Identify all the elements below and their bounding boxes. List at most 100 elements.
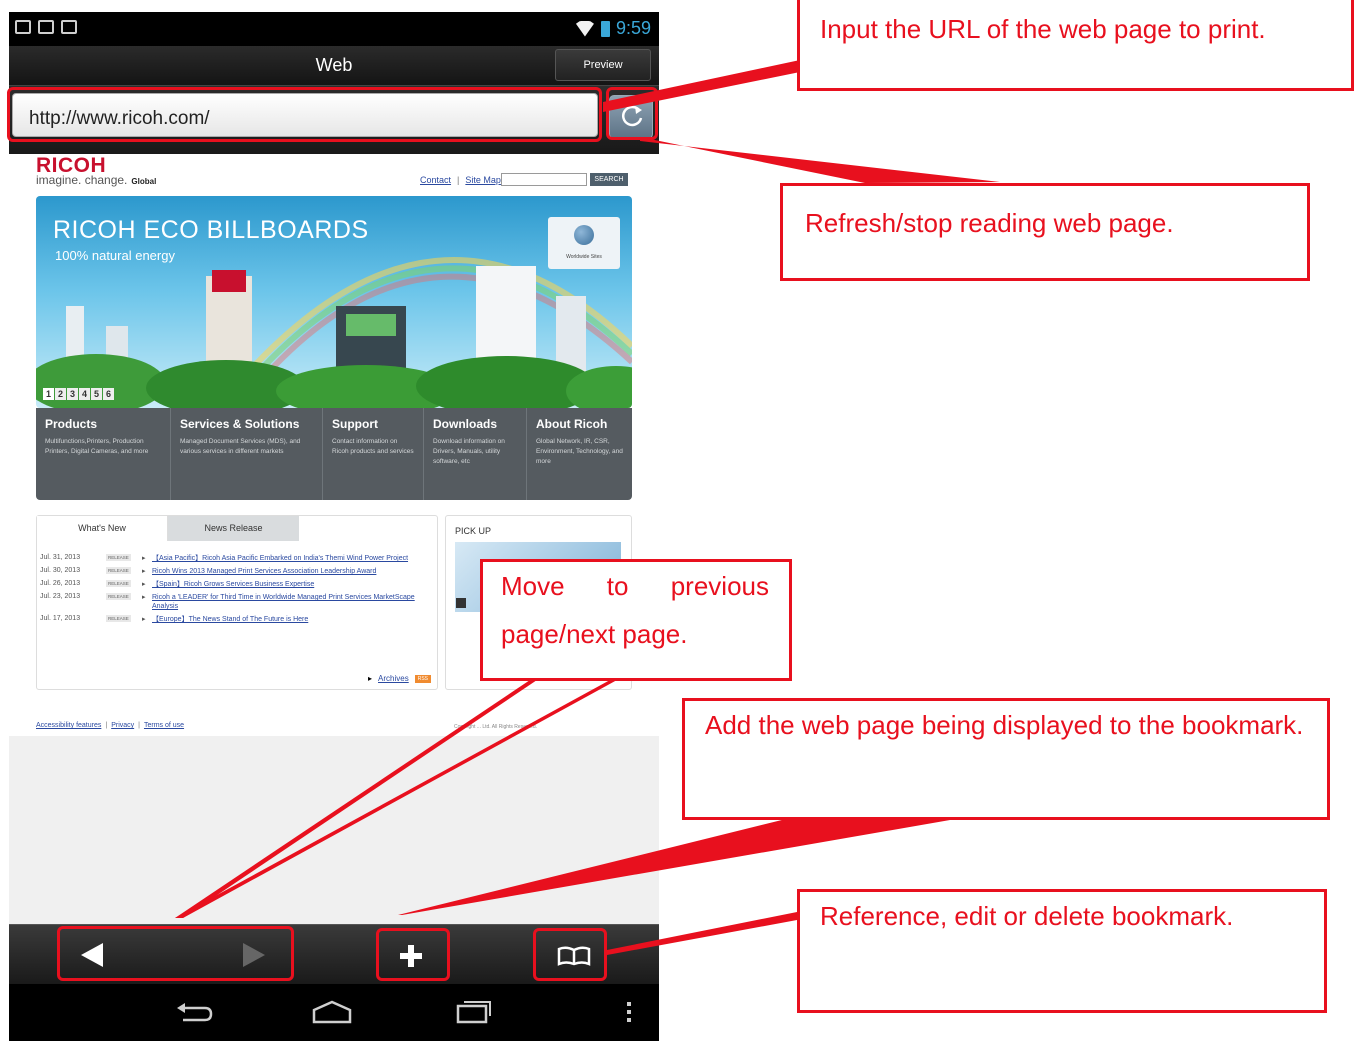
refresh-highlight	[606, 87, 658, 140]
clock: 9:59	[615, 18, 651, 38]
contact-link[interactable]: Contact	[420, 175, 451, 185]
footer-links: Accessibility features | Privacy | Terms…	[36, 722, 184, 729]
banner-subtitle: 100% natural energy	[55, 248, 175, 263]
page-background	[9, 736, 659, 924]
news-panel: What's New News Release Jul. 31, 2013 RE…	[36, 515, 438, 690]
nav-heading: Products	[45, 417, 98, 431]
pager-item[interactable]: 1	[43, 388, 54, 400]
callout-refresh: Refresh/stop reading web page.	[780, 183, 1310, 281]
worldwide-sites-button[interactable]: Worldwide Sites	[548, 217, 620, 269]
nav-heading: Downloads	[433, 417, 498, 431]
site-nav: Products Multifunctions,Printers, Produc…	[36, 408, 632, 500]
arrow-icon: ▸	[142, 568, 146, 575]
list-item: Jul. 23, 2013 RELEASE ▸ Ricoh a 'LEADER'…	[40, 593, 433, 611]
pickup-heading: PICK UP	[455, 526, 492, 536]
pager-item[interactable]: 5	[91, 388, 102, 400]
recents-icon	[456, 1001, 491, 1024]
tablet-screen: 9:59 Web Preview http://www.ricoh.com/ R…	[9, 12, 659, 1041]
url-highlight	[7, 87, 602, 142]
nav-desc: Multifunctions,Printers, Production Prin…	[45, 438, 149, 455]
news-date: Jul. 23, 2013	[40, 593, 81, 600]
nav-heading: Services & Solutions	[180, 417, 300, 431]
nav-support[interactable]: Support Contact information on Ricoh pro…	[323, 408, 424, 500]
site-search-button[interactable]: SEARCH	[590, 173, 628, 186]
system-home-button[interactable]	[310, 984, 354, 1041]
list-item: Jul. 26, 2013 RELEASE ▸ 【Spain】Ricoh Gro…	[40, 580, 433, 589]
accessibility-link[interactable]: Accessibility features	[36, 722, 101, 729]
archives-link[interactable]: Archives	[378, 674, 409, 683]
preview-button[interactable]: Preview	[555, 49, 651, 81]
eco-billboards-banner[interactable]: RICOH ECO BILLBOARDS 100% natural energy…	[36, 196, 632, 408]
system-recents-button[interactable]	[454, 984, 494, 1041]
arrow-icon: ▸	[142, 581, 146, 588]
news-date: Jul. 30, 2013	[40, 567, 81, 574]
arrow-icon: ▸	[142, 555, 146, 562]
rss-badge[interactable]: RSS	[414, 674, 431, 683]
link-separator: |	[457, 175, 460, 185]
news-link[interactable]: Ricoh Wins 2013 Managed Print Services A…	[152, 567, 433, 576]
terms-link[interactable]: Terms of use	[144, 722, 184, 729]
callout-url: Input the URL of the web page to print.	[797, 0, 1354, 91]
banner-pager: 1 2 3 4 5 6	[43, 388, 114, 400]
release-badge-label: RELEASE	[106, 567, 131, 574]
title-bar: Web Preview	[9, 46, 659, 86]
nav-desc: Contact information on Ricoh products an…	[332, 438, 414, 455]
nav-about[interactable]: About Ricoh Global Network, IR, CSR, Env…	[527, 408, 632, 500]
list-item: Jul. 31, 2013 RELEASE ▸ 【Asia Pacific】Ri…	[40, 554, 433, 563]
pager-item[interactable]: 3	[67, 388, 78, 400]
pager-item[interactable]: 2	[55, 388, 66, 400]
overflow-menu-button[interactable]	[623, 984, 635, 1041]
callout-bookmark: Reference, edit or delete bookmark.	[797, 889, 1327, 1013]
nav-services[interactable]: Services & Solutions Managed Document Se…	[171, 408, 323, 500]
copyright: Copyright ... Ltd. All Rights Reserved.	[454, 724, 538, 730]
news-date: Jul. 31, 2013	[40, 554, 81, 561]
archives-row: ▸ Archives RSS	[368, 674, 431, 683]
arrow-icon: ▸	[368, 674, 373, 683]
link-separator: |	[105, 722, 108, 729]
news-tabs: What's New News Release	[37, 516, 299, 541]
arrow-icon: ▸	[142, 594, 146, 601]
news-link[interactable]: 【Asia Pacific】Ricoh Asia Pacific Embarke…	[152, 554, 433, 563]
release-badge-label: RELEASE	[106, 554, 131, 561]
status-right: 9:59	[575, 18, 651, 39]
nav-heading: Support	[332, 417, 378, 431]
pager-item[interactable]: 4	[79, 388, 90, 400]
site-map-link[interactable]: Site Map	[465, 175, 501, 185]
news-link[interactable]: Ricoh a 'LEADER' for Third Time in World…	[152, 593, 433, 611]
web-view[interactable]: RICOH imagine. change. Global Contact | S…	[9, 154, 659, 924]
image-notification-icon	[15, 20, 31, 34]
mail-notification-icon	[61, 20, 77, 34]
download-notification-icon	[38, 20, 54, 34]
bookmark-highlight	[533, 928, 607, 981]
menu-dot-icon	[627, 1018, 631, 1022]
release-badge-label: RELEASE	[106, 615, 131, 622]
callout-add-bookmark: Add the web page being displayed to the …	[682, 698, 1330, 820]
site-search-input[interactable]	[501, 173, 587, 186]
banner-title: RICOH ECO BILLBOARDS	[53, 216, 369, 244]
notification-icons	[15, 20, 77, 34]
pager-item[interactable]: 6	[103, 388, 114, 400]
nav-desc: Managed Document Services (MDS), and var…	[180, 438, 301, 455]
tagline-text: imagine. change.	[36, 173, 128, 187]
nav-desc: Download information on Drivers, Manuals…	[433, 438, 505, 465]
release-badge: RELEASE	[106, 593, 142, 600]
nav-downloads[interactable]: Downloads Download information on Driver…	[424, 408, 527, 500]
news-link[interactable]: 【Spain】Ricoh Grows Services Business Exp…	[152, 580, 433, 589]
battery-icon	[600, 20, 610, 37]
release-badge: RELEASE	[106, 580, 142, 587]
status-bar: 9:59	[9, 12, 659, 46]
nav-products[interactable]: Products Multifunctions,Printers, Produc…	[36, 408, 171, 500]
release-badge: RELEASE	[106, 615, 142, 622]
system-back-button[interactable]	[175, 984, 215, 1041]
back-arrow-icon	[177, 1003, 213, 1022]
privacy-link[interactable]: Privacy	[111, 722, 134, 729]
system-nav-bar	[9, 984, 659, 1041]
release-badge: RELEASE	[106, 554, 142, 561]
tab-whats-new[interactable]: What's New	[37, 516, 168, 541]
news-link[interactable]: 【Europe】The News Stand of The Future is …	[152, 615, 433, 624]
tab-news-release[interactable]: News Release	[168, 516, 299, 541]
release-badge-label: RELEASE	[106, 580, 131, 587]
tagline: imagine. change. Global	[36, 173, 156, 187]
prev-next-highlight	[57, 926, 294, 981]
list-item: Jul. 30, 2013 RELEASE ▸ Ricoh Wins 2013 …	[40, 567, 433, 576]
